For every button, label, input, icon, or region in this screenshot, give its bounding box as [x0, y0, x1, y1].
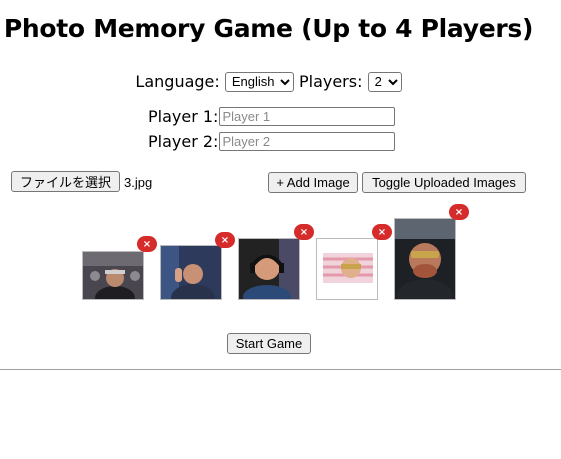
- uploaded-image-thumbnail: [394, 218, 456, 300]
- toggle-uploaded-images-button[interactable]: Toggle Uploaded Images: [362, 172, 526, 193]
- uploaded-image-thumbnail: [316, 238, 378, 300]
- player-2-row: Player 2:: [148, 130, 396, 152]
- remove-image-button[interactable]: ×: [372, 224, 392, 240]
- settings-row: Language: English Players: 2: [0, 71, 537, 92]
- remove-image-button[interactable]: ×: [137, 236, 157, 252]
- remove-image-button[interactable]: ×: [294, 224, 314, 240]
- language-select[interactable]: English: [224, 71, 294, 92]
- players-select[interactable]: 2: [367, 71, 402, 92]
- start-game-button[interactable]: Start Game: [227, 333, 311, 354]
- remove-image-button[interactable]: ×: [215, 232, 235, 248]
- language-label: Language:: [135, 72, 220, 91]
- player-2-label: Player 2:: [148, 131, 219, 151]
- remove-image-button[interactable]: ×: [449, 204, 469, 220]
- page-title: Photo Memory Game (Up to 4 Players): [3, 14, 534, 43]
- player-2-input[interactable]: [219, 131, 396, 151]
- player-1-label: Player 1:: [148, 106, 219, 126]
- add-image-button[interactable]: + Add Image: [268, 172, 358, 193]
- divider: [0, 369, 561, 370]
- player-1-row: Player 1:: [148, 105, 396, 127]
- choose-file-button[interactable]: ファイルを選択: [11, 171, 120, 192]
- uploaded-image-thumbnail: [160, 245, 222, 300]
- uploaded-image-thumbnail: [82, 251, 144, 300]
- players-label: Players:: [298, 72, 363, 91]
- player-1-input[interactable]: [219, 106, 396, 126]
- uploaded-image-thumbnail: [238, 238, 300, 300]
- selected-file-name: 3.jpg: [124, 175, 153, 190]
